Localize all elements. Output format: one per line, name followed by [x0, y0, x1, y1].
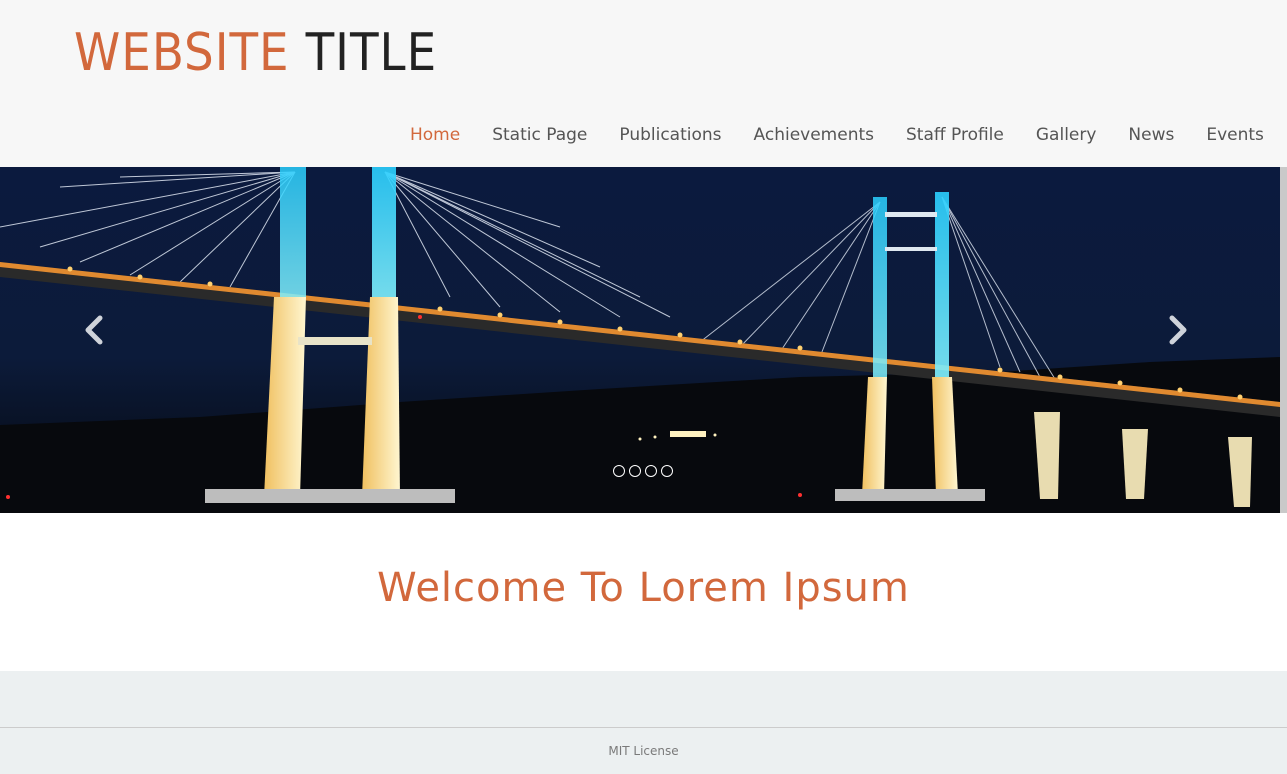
nav-item-publications[interactable]: Publications [619, 122, 721, 148]
welcome-title: Welcome To Lorem Ipsum [377, 565, 910, 611]
nav-item-achievements[interactable]: Achievements [754, 122, 874, 148]
nav-item-news[interactable]: News [1128, 122, 1174, 148]
logo-word-title: Title [305, 23, 438, 83]
nav-item-staff-profile[interactable]: Staff Profile [906, 122, 1004, 148]
main-nav: Home Static Page Publications Achievemen… [410, 122, 1264, 148]
footer-license[interactable]: MIT License [0, 728, 1287, 774]
chevron-right-icon [1169, 315, 1187, 345]
carousel-prev-button[interactable] [80, 310, 110, 350]
nav-item-static-page[interactable]: Static Page [492, 122, 587, 148]
chevron-left-icon [85, 315, 103, 345]
bridge-slide-image [0, 167, 1280, 513]
carousel-next-button[interactable] [1162, 310, 1192, 350]
site-header: Website Title Home Static Page Publicatio… [0, 0, 1287, 167]
logo-word-website: Website [74, 23, 290, 83]
nav-item-home[interactable]: Home [410, 122, 460, 148]
welcome-section: Welcome To Lorem Ipsum [0, 513, 1287, 671]
site-footer: MIT License [0, 727, 1287, 774]
content-area [0, 671, 1287, 727]
carousel-indicator-2[interactable] [629, 465, 641, 477]
nav-item-events[interactable]: Events [1206, 122, 1264, 148]
nav-item-gallery[interactable]: Gallery [1036, 122, 1097, 148]
site-logo[interactable]: Website Title [74, 20, 437, 86]
scrollbar[interactable] [1280, 167, 1287, 513]
carousel-indicator-4[interactable] [661, 465, 673, 477]
hero-carousel[interactable] [0, 167, 1280, 513]
carousel-indicator-3[interactable] [645, 465, 657, 477]
carousel-indicators [613, 465, 673, 477]
carousel-indicator-1[interactable] [613, 465, 625, 477]
